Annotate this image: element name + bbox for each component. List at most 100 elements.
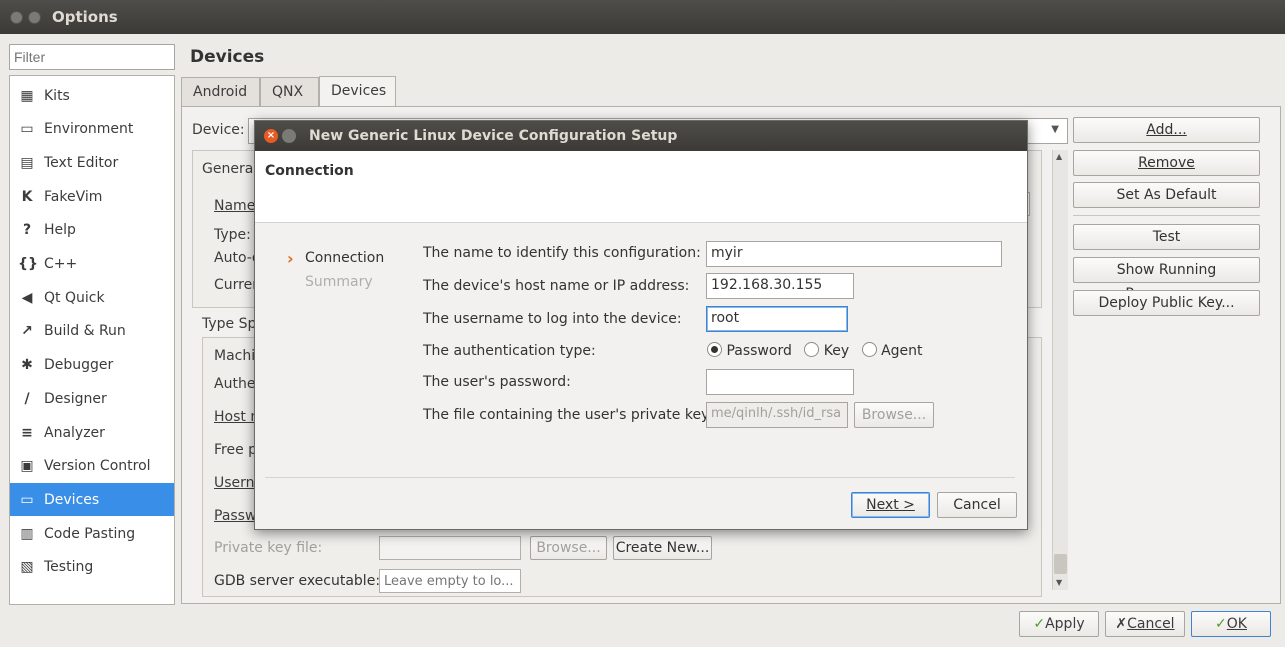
device-icon: ▭	[20, 491, 34, 508]
nav-item-analyzer[interactable]: ≡ Analyzer	[10, 416, 174, 449]
dialog-title-bar: × New Generic Linux Device Configuration…	[255, 121, 1027, 151]
host-input[interactable]: 192.168.30.155	[706, 273, 854, 299]
nav-item-version-control[interactable]: ▣ Version Control	[10, 450, 174, 483]
nav-item-debugger[interactable]: ✱ Debugger	[10, 349, 174, 382]
auth-password-label: Password	[726, 343, 792, 359]
host-name-label: Host n	[214, 409, 260, 425]
set-as-default-button[interactable]: Set As Default	[1073, 182, 1260, 208]
config-name-label: The name to identify this configuration:	[423, 245, 701, 261]
next-button[interactable]: Next >	[851, 492, 930, 518]
nav-item-help[interactable]: ? Help	[10, 214, 174, 247]
tab-devices[interactable]: Devices	[319, 76, 396, 107]
nav-item-devices[interactable]: ▭ Devices	[10, 483, 174, 517]
check-icon: ✓	[1033, 616, 1046, 632]
text-editor-icon: ▤	[20, 154, 34, 171]
nav-item-kits[interactable]: ▦ Kits	[10, 79, 174, 112]
general-label: General	[202, 161, 258, 177]
testing-icon: ▧	[20, 559, 34, 576]
nav-item-build-run[interactable]: ↗ Build & Run	[10, 315, 174, 348]
bug-icon: ✱	[21, 357, 33, 374]
scroll-up-icon[interactable]: ▲	[1056, 152, 1062, 161]
scroll-down-icon[interactable]: ▼	[1056, 578, 1062, 587]
step-connection: Connection	[305, 250, 385, 266]
nav-item-fakevim[interactable]: K FakeVim	[10, 180, 174, 213]
nav-item-label: Debugger	[44, 357, 114, 374]
password-input[interactable]	[706, 369, 854, 395]
apply-label: Apply	[1045, 616, 1085, 632]
ok-button[interactable]: ✓OK	[1191, 611, 1271, 637]
password-label: The user's password:	[423, 374, 571, 390]
dialog-cancel-button[interactable]: Cancel	[937, 492, 1017, 518]
nav-item-label: C++	[44, 256, 78, 272]
nav-item-label: Analyzer	[44, 424, 105, 441]
nav-item-label: Qt Quick	[44, 289, 105, 306]
nav-item-designer[interactable]: / Designer	[10, 382, 174, 415]
password-label: Passw	[214, 508, 257, 524]
minimize-icon[interactable]	[282, 129, 296, 143]
browse-key-button: Browse...	[530, 536, 607, 560]
add-device-button[interactable]: Add...	[1073, 117, 1260, 143]
nav-item-qt-quick[interactable]: ◀ Qt Quick	[10, 281, 174, 314]
remove-device-button[interactable]: Remove	[1073, 150, 1260, 176]
machine-type-label: Machi	[214, 348, 256, 364]
auth-key-radio[interactable]	[804, 342, 820, 357]
close-window-icon[interactable]	[10, 11, 23, 24]
setup-wizard-dialog: × New Generic Linux Device Configuration…	[254, 120, 1028, 530]
cancel-label: Cancel	[1127, 616, 1175, 632]
nav-item-environment[interactable]: ▭ Environment	[10, 113, 174, 146]
auth-agent-radio[interactable]	[861, 342, 877, 357]
username-input[interactable]: root	[706, 306, 848, 332]
qtquick-icon: ◀	[21, 289, 33, 306]
private-key-label: Private key file:	[214, 540, 323, 556]
divider	[265, 477, 1015, 478]
private-key-field	[379, 536, 521, 560]
scrollbar-thumb[interactable]	[1054, 554, 1067, 574]
auth-agent-label: Agent	[881, 343, 923, 359]
gdb-server-label: GDB server executable:	[214, 573, 381, 589]
minimize-window-icon[interactable]	[28, 11, 41, 24]
filter-input[interactable]	[9, 44, 175, 70]
nav-item-code-pasting[interactable]: ▥ Code Pasting	[10, 517, 174, 550]
window-title-bar: Options	[0, 0, 1285, 34]
vcs-icon: ▣	[20, 458, 34, 475]
apply-button[interactable]: ✓Apply	[1019, 611, 1099, 637]
nav-item-c-[interactable]: {} C++	[10, 248, 174, 281]
browse-private-key-button: Browse...	[854, 402, 934, 428]
current-step-arrow-icon: ›	[287, 249, 294, 268]
nav-item-label: Code Pasting	[44, 525, 136, 542]
deploy-public-key-button[interactable]: Deploy Public Key...	[1073, 290, 1260, 316]
hammer-icon: ↗	[21, 323, 33, 340]
nav-item-label: Help	[44, 222, 76, 239]
nav-item-label: Devices	[44, 491, 100, 508]
close-icon[interactable]: ×	[264, 129, 278, 143]
gdb-server-input[interactable]	[379, 569, 521, 593]
cancel-button[interactable]: ✗Cancel	[1105, 611, 1185, 637]
nav-item-label: FakeVim	[44, 188, 103, 205]
nav-item-label: Version Control	[44, 458, 151, 475]
host-label: The device's host name or IP address:	[423, 278, 690, 294]
braces-icon: {}	[18, 256, 38, 272]
nav-item-text-editor[interactable]: ▤ Text Editor	[10, 146, 174, 179]
scrollbar[interactable]: ▲ ▼	[1052, 150, 1068, 590]
options-category-list: ▦ Kits ▭ Environment ▤ Text Editor K FakeVim? He…	[9, 75, 175, 605]
tab-android[interactable]: Android	[181, 77, 260, 107]
ok-label: OK	[1226, 616, 1247, 632]
nav-item-testing[interactable]: ▧ Testing	[10, 551, 174, 584]
private-key-file-label: The file containing the user's private k…	[423, 407, 714, 423]
free-ports-label: Free p	[214, 442, 258, 458]
type-specific-label: Type Sp	[202, 316, 257, 332]
private-key-file-input: me/qinlh/.ssh/id_rsa	[706, 402, 848, 428]
check-icon: ✓	[1215, 616, 1227, 632]
analyzer-icon: ≡	[21, 424, 33, 441]
auth-password-radio[interactable]	[707, 342, 722, 357]
test-device-button[interactable]: Test	[1073, 224, 1260, 250]
help-icon: ?	[22, 222, 32, 239]
window-title: Options	[52, 8, 118, 26]
config-name-input[interactable]: myir	[706, 241, 1002, 267]
display-icon: ▭	[20, 121, 34, 138]
create-new-key-button[interactable]: Create New...	[613, 536, 712, 560]
show-running-processes-button[interactable]: Show Running Processes...	[1073, 257, 1260, 302]
page-title: Devices	[190, 47, 265, 67]
nav-item-label: Testing	[44, 559, 94, 576]
tab-qnx[interactable]: QNX	[260, 77, 319, 107]
